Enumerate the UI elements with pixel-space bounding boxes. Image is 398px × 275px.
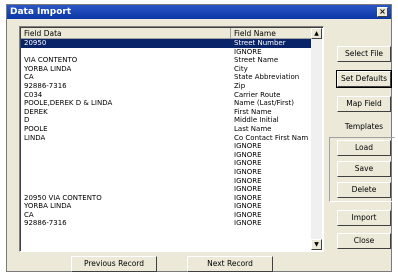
- import-button[interactable]: Import: [337, 210, 391, 226]
- field-name-cell: IGNORE: [234, 142, 262, 151]
- field-name-cell: Last Name: [234, 124, 272, 133]
- table-row[interactable]: IGNORE: [21, 142, 314, 151]
- close-button[interactable]: Close: [337, 233, 391, 249]
- table-row[interactable]: IGNORE: [21, 185, 314, 194]
- table-row[interactable]: IGNORE: [21, 177, 314, 186]
- field-mapping-list[interactable]: Field Data Field Name 20950 Street Number…: [19, 26, 324, 252]
- save-template-button[interactable]: Save: [337, 161, 391, 177]
- field-name-cell: State Abbreviation: [234, 73, 300, 82]
- field-data-cell: LINDA: [24, 133, 46, 142]
- scroll-up-icon[interactable]: ▲: [311, 28, 322, 39]
- table-row[interactable]: IGNORE: [21, 168, 314, 177]
- field-name-cell: Carrier Route: [234, 90, 281, 99]
- field-data-cell: 92886-7316: [24, 81, 67, 90]
- select-file-button[interactable]: Select File: [337, 46, 391, 62]
- column-header-field-name[interactable]: Field Name: [231, 28, 314, 39]
- table-row[interactable]: 92886-7316 IGNORE: [21, 219, 314, 228]
- next-record-button[interactable]: Next Record: [187, 256, 273, 272]
- field-data-cell: C034: [24, 90, 43, 99]
- scroll-down-icon[interactable]: ▼: [311, 239, 322, 250]
- set-defaults-button[interactable]: Set Defaults: [336, 70, 392, 88]
- previous-record-button[interactable]: Previous Record: [71, 256, 157, 272]
- table-row[interactable]: LINDA Co Contact First Nam: [21, 134, 314, 143]
- delete-template-button[interactable]: Delete: [337, 182, 391, 198]
- table-row[interactable]: IGNORE: [21, 159, 314, 168]
- table-row[interactable]: C034 Carrier Route: [21, 91, 314, 100]
- field-name-cell: IGNORE: [234, 185, 262, 194]
- field-data-cell: 20950 VIA CONTENTO: [24, 193, 102, 202]
- templates-label: Templates: [344, 122, 384, 131]
- window-close-button[interactable]: ×: [377, 7, 388, 17]
- table-row[interactable]: POOLE Last Name: [21, 125, 314, 134]
- field-data-cell: 20950: [24, 39, 47, 47]
- field-data-cell: YORBA LINDA: [24, 64, 72, 73]
- field-data-cell: CA: [24, 73, 34, 82]
- field-name-cell: IGNORE: [234, 150, 262, 159]
- map-field-button[interactable]: Map Field: [337, 96, 391, 112]
- field-name-cell: Middle Initial: [234, 116, 279, 125]
- table-row[interactable]: CA State Abbreviation: [21, 73, 314, 82]
- table-row[interactable]: DEREK First Name: [21, 108, 314, 117]
- table-row[interactable]: 20950 VIA CONTENTO IGNORE: [21, 194, 314, 203]
- column-header-field-data[interactable]: Field Data: [21, 28, 231, 39]
- table-row[interactable]: YORBA LINDA IGNORE: [21, 202, 314, 211]
- list-header: Field Data Field Name: [21, 28, 314, 39]
- field-data-cell: POOLE,DEREK D & LINDA: [24, 99, 113, 108]
- table-row[interactable]: IGNORE: [21, 151, 314, 160]
- field-data-cell: VIA CONTENTO: [24, 56, 78, 65]
- field-data-cell: CA: [24, 210, 34, 219]
- table-row[interactable]: POOLE,DEREK D & LINDA Name (Last/First): [21, 99, 314, 108]
- field-data-cell: YORBA LINDA: [24, 202, 72, 211]
- field-name-cell: IGNORE: [234, 210, 262, 219]
- field-name-cell: Zip: [234, 81, 246, 90]
- field-name-cell: Street Number: [234, 39, 286, 47]
- table-row[interactable]: 92886-7316 Zip: [21, 82, 314, 91]
- table-row[interactable]: D Middle Initial: [21, 116, 314, 125]
- title-bar[interactable]: Data Import ×: [7, 5, 391, 19]
- list-rows: 20950 Street Number IGNORE VIA CONTENTO Stre…: [21, 39, 314, 228]
- field-name-cell: Name (Last/First): [234, 99, 295, 108]
- field-data-cell: D: [24, 116, 30, 125]
- data-import-window: Data Import × Field Data Field Name 2095…: [6, 4, 395, 272]
- field-name-cell: City: [234, 64, 248, 73]
- field-name-cell: IGNORE: [234, 193, 262, 202]
- field-name-cell: IGNORE: [234, 167, 262, 176]
- field-name-cell: IGNORE: [234, 219, 262, 228]
- field-name-cell: Co Contact First Nam: [234, 133, 309, 142]
- vertical-scrollbar[interactable]: ▲ ▼: [311, 28, 322, 250]
- field-data-cell: 92886-7316: [24, 219, 67, 228]
- field-name-cell: IGNORE: [234, 176, 262, 185]
- window-title: Data Import: [10, 7, 72, 17]
- table-row[interactable]: YORBA LINDA City: [21, 65, 314, 74]
- field-data-cell: DEREK: [24, 107, 48, 116]
- field-name-cell: IGNORE: [234, 202, 262, 211]
- table-row[interactable]: IGNORE: [21, 48, 314, 57]
- field-name-cell: Street Name: [234, 56, 279, 65]
- field-name-cell: IGNORE: [234, 159, 262, 168]
- field-data-cell: POOLE: [24, 124, 48, 133]
- field-name-cell: IGNORE: [234, 47, 262, 56]
- field-name-cell: First Name: [234, 107, 272, 116]
- table-row[interactable]: 20950 Street Number: [21, 39, 314, 48]
- table-row[interactable]: VIA CONTENTO Street Name: [21, 56, 314, 65]
- table-row[interactable]: CA IGNORE: [21, 211, 314, 220]
- load-template-button[interactable]: Load: [337, 140, 391, 156]
